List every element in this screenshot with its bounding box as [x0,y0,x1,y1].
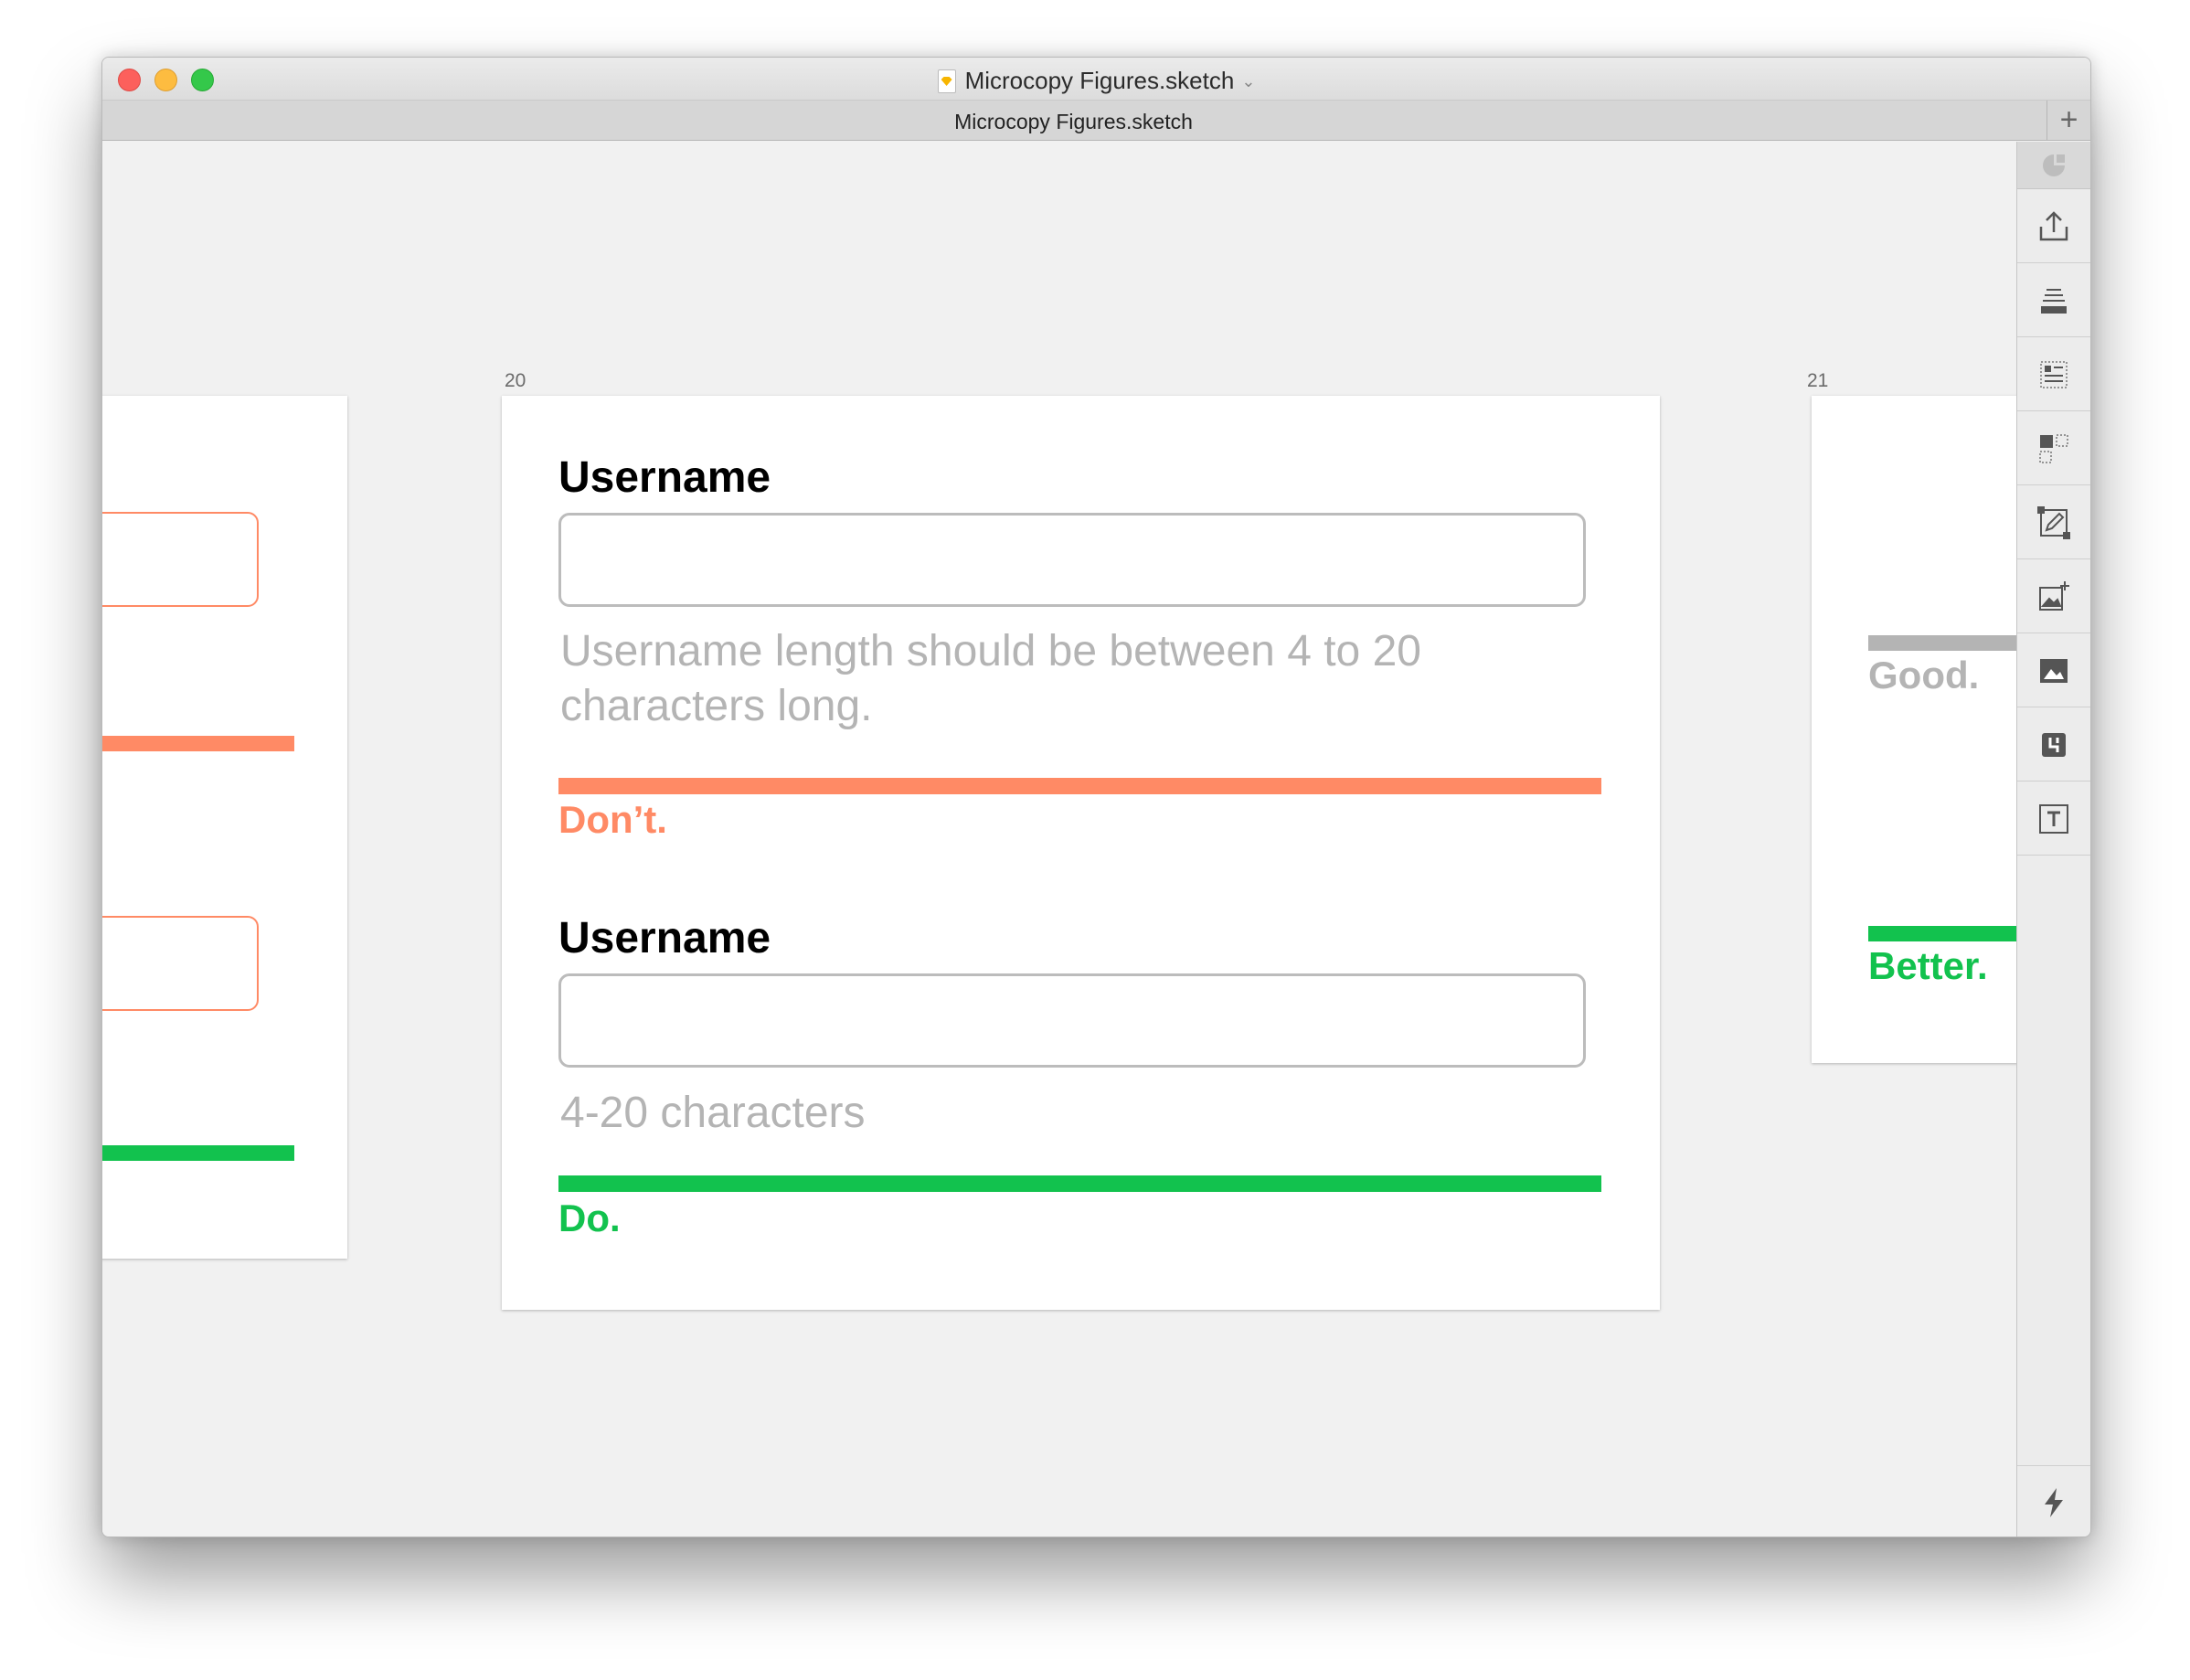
app-window: Microcopy Figures.sketch ⌄ Microcopy Figu… [101,57,2091,1537]
image-icon [2036,653,2072,689]
add-tab-button[interactable]: + [2046,101,2090,141]
symbol-button[interactable] [2017,708,2090,782]
verdict-better: Better. [1868,944,1988,987]
select-group-icon [2036,431,2072,467]
artboard-number: 21 [1807,370,1829,391]
tab-bar: Microcopy Figures.sketch + [102,101,2090,141]
helper-text: Username length should be between 4 to 2… [560,627,1421,730]
chevron-down-icon: ⌄ [1241,72,1256,90]
edit-shape-icon [2036,505,2072,541]
image-button[interactable] [2017,634,2090,707]
artboard-21[interactable]: Good. Better. [1812,396,2018,1063]
align-button[interactable] [2017,264,2090,337]
canvas[interactable]: 20 Username Username length should be be… [102,142,2018,1536]
add-image-button[interactable] [2017,560,2090,633]
verdict-do: Do. [558,1196,621,1239]
document-title[interactable]: Microcopy Figures.sketch ⌄ [102,67,2090,95]
dont-bar [102,736,294,751]
export-button[interactable] [2017,190,2090,263]
actions-button[interactable] [2017,1465,2090,1536]
text-tool-button[interactable] [2017,782,2090,856]
verdict-good: Good. [1868,654,1980,696]
do-bar [558,1175,1601,1192]
color-icon [2040,152,2068,179]
artboard-number: 20 [505,370,526,391]
artboard-19[interactable] [102,396,347,1259]
username-input-example [558,973,1586,1068]
lightning-icon [2036,1484,2072,1521]
better-bar [1868,926,2018,941]
sketch-file-icon [937,69,956,93]
verdict-dont: Don’t. [558,798,667,841]
select-group-button[interactable] [2017,412,2090,485]
color-button[interactable] [2017,142,2090,189]
align-icon [2036,282,2072,319]
username-input-example [558,513,1586,607]
tab-document[interactable]: Microcopy Figures.sketch [102,110,2045,134]
field-label: Username [558,453,771,502]
artboard-20[interactable]: Username Username length should be betwe… [502,396,1660,1310]
symbol-icon [2036,727,2072,763]
add-image-icon [2036,579,2072,615]
good-bar [1868,635,2018,651]
title-bar: Microcopy Figures.sketch ⌄ [102,58,2090,101]
document-title-text: Microcopy Figures.sketch [964,67,1235,94]
text-list-icon [2036,356,2072,393]
helper-text: 4-20 characters [560,1089,866,1137]
inspector-toolbar [2016,142,2090,1536]
do-bar [102,1145,294,1161]
dont-bar [558,778,1601,794]
export-icon [2036,208,2072,245]
edit-shape-button[interactable] [2017,486,2090,559]
field-label: Username [558,914,771,962]
text-list-button[interactable] [2017,338,2090,411]
example-input-field [102,916,259,1011]
example-input-field [102,512,259,607]
text-tool-icon [2036,801,2072,837]
